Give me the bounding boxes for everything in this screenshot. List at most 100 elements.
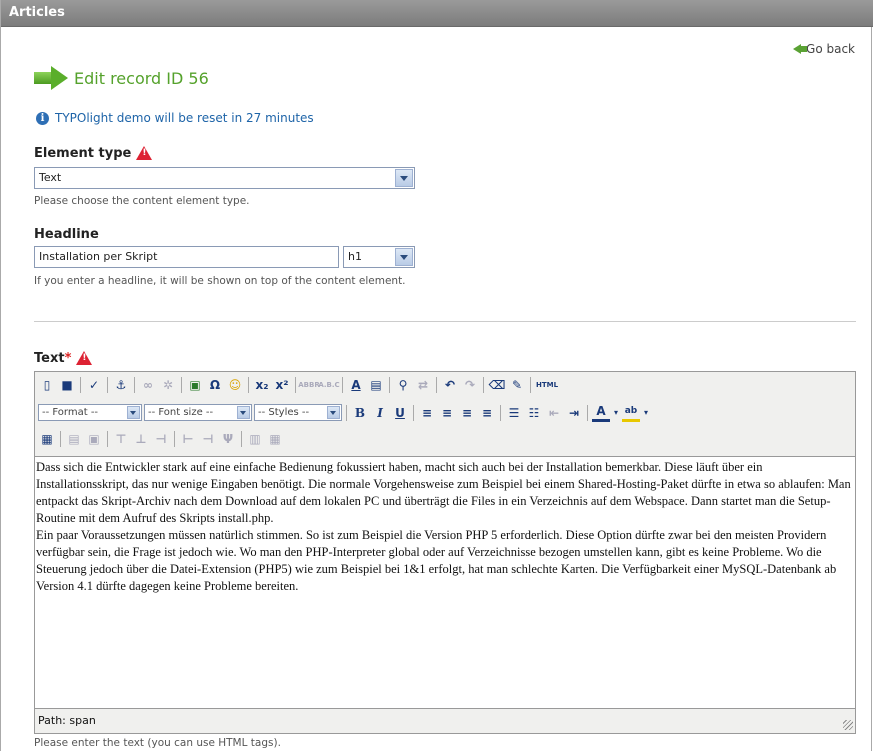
style-props-icon[interactable]: A (347, 376, 365, 394)
chevron-down-icon[interactable] (395, 169, 413, 187)
separator (346, 404, 347, 421)
info-text: TYPOlight demo will be reset in 27 minut… (55, 111, 314, 125)
chevron-down-icon[interactable]: ▾ (642, 404, 650, 422)
cleanup-icon[interactable]: ✎ (508, 376, 526, 394)
merge-cells-icon[interactable]: ▦ (266, 430, 284, 448)
toolbar-row-1: ▯ ■ ✓ ⚓ ∞ ✲ ▣ Ω ☺ x₂ x² ABBR A.B.C A ▤ ⚲… (35, 374, 855, 395)
toolbar-row-3: ▦ ▤ ▣ ⊤ ⊥ ⊣ ⊢ ⊣ Ψ ▥ ▦ (35, 428, 855, 449)
separator (500, 404, 501, 421)
eraser-icon[interactable]: ⌫ (488, 376, 506, 394)
format-select-value: -- Format -- (42, 407, 99, 418)
separator (174, 430, 175, 447)
text-label: Text * (34, 350, 93, 366)
font-size-select-value: -- Font size -- (148, 407, 214, 418)
separator (413, 404, 414, 421)
undo-icon[interactable]: ↶ (441, 376, 459, 394)
element-type-label-text: Element type (34, 146, 132, 161)
outdent-icon[interactable]: ⇤ (545, 404, 563, 422)
image-icon[interactable]: ▣ (186, 376, 204, 394)
new-document-icon[interactable]: ▯ (38, 376, 56, 394)
separator (107, 430, 108, 447)
separator (80, 376, 81, 393)
underline-button[interactable]: U (391, 404, 409, 422)
delete-row-icon[interactable]: ⊣ (152, 430, 170, 448)
delete-col-icon[interactable]: Ψ (219, 430, 237, 448)
headline-level-value: h1 (348, 250, 362, 263)
cell-props-icon[interactable]: ▣ (85, 430, 103, 448)
edit-arrow-icon (34, 66, 68, 90)
abbr-icon[interactable]: ABBR (298, 376, 319, 394)
insert-row-after-icon[interactable]: ⊥ (132, 430, 150, 448)
edit-table-icon[interactable]: ▦ (38, 430, 56, 448)
insert-row-before-icon[interactable]: ⊤ (112, 430, 130, 448)
anchor-icon[interactable]: ⚓ (112, 376, 130, 394)
editor-content[interactable]: Dass sich die Entwickler stark auf eine … (35, 456, 855, 709)
unlink-icon[interactable]: ✲ (159, 376, 177, 394)
font-size-select[interactable]: -- Font size -- (144, 404, 252, 421)
chevron-down-icon[interactable] (127, 406, 140, 419)
separator (342, 376, 343, 393)
headline-input[interactable]: Installation per Skript (34, 246, 339, 268)
split-cells-icon[interactable]: ▥ (246, 430, 264, 448)
emoticon-icon[interactable]: ☺ (226, 376, 244, 394)
redo-icon[interactable]: ↷ (461, 376, 479, 394)
link-icon[interactable]: ∞ (139, 376, 157, 394)
go-back-link[interactable]: Go back (793, 42, 855, 56)
subscript-icon[interactable]: x₂ (253, 376, 271, 394)
info-icon: i (36, 111, 49, 125)
warning-icon (136, 145, 153, 160)
styles-select[interactable]: -- Styles -- (254, 404, 342, 421)
separator (134, 376, 135, 393)
text-help: Please enter the text (you can use HTML … (34, 737, 281, 749)
special-char-icon[interactable]: Ω (206, 376, 224, 394)
align-justify-icon[interactable]: ≡ (478, 404, 496, 422)
italic-button[interactable]: I (371, 404, 389, 422)
headline-help: If you enter a headline, it will be show… (34, 275, 406, 287)
acronym-icon[interactable]: A.B.C (318, 376, 339, 394)
separator (389, 376, 390, 393)
highlight-color-icon[interactable]: ab (622, 404, 640, 422)
align-right-icon[interactable]: ≡ (458, 404, 476, 422)
main-panel: Articles Go back Edit record ID 56 i TYP… (0, 0, 873, 751)
spellcheck-icon[interactable]: ✓ (85, 376, 103, 394)
indent-icon[interactable]: ⇥ (565, 404, 583, 422)
align-left-icon[interactable]: ≡ (418, 404, 436, 422)
element-type-label: Element type (34, 145, 153, 161)
headline-label-text: Headline (34, 227, 99, 242)
chevron-down-icon[interactable] (237, 406, 250, 419)
attribs-icon[interactable]: ▤ (367, 376, 385, 394)
element-type-help: Please choose the content element type. (34, 195, 250, 207)
paragraph: Dass sich die Entwickler stark auf eine … (36, 460, 851, 525)
separator (587, 404, 588, 421)
format-select[interactable]: -- Format -- (38, 404, 142, 421)
replace-icon[interactable]: ⇄ (414, 376, 432, 394)
chevron-down-icon[interactable] (395, 248, 413, 266)
search-icon[interactable]: ⚲ (394, 376, 412, 394)
insert-col-after-icon[interactable]: ⊣ (199, 430, 217, 448)
headline-label: Headline (34, 227, 99, 242)
element-type-select[interactable]: Text (34, 167, 415, 189)
bold-button[interactable]: B (351, 404, 369, 422)
bullet-list-icon[interactable]: ☰ (505, 404, 523, 422)
resize-grip-icon[interactable] (843, 720, 853, 730)
separator (295, 376, 296, 393)
page-title: Edit record ID 56 (74, 68, 209, 88)
back-arrow-icon (793, 44, 808, 54)
insert-col-before-icon[interactable]: ⊢ (179, 430, 197, 448)
html-source-icon[interactable]: HTML (535, 376, 559, 394)
text-color-icon[interactable]: A (592, 404, 610, 422)
editor-status-bar: Path: span (35, 710, 855, 733)
headline-level-select[interactable]: h1 (343, 246, 415, 268)
element-path: Path: span (38, 714, 96, 727)
separator (181, 376, 182, 393)
separator (436, 376, 437, 393)
align-center-icon[interactable]: ≡ (438, 404, 456, 422)
paragraph: Ein paar Voraussetzungen müssen natürlic… (36, 528, 837, 593)
go-back-label: Go back (806, 42, 855, 56)
chevron-down-icon[interactable] (327, 406, 340, 419)
chevron-down-icon[interactable]: ▾ (612, 404, 620, 422)
numbered-list-icon[interactable]: ☷ (525, 404, 543, 422)
superscript-icon[interactable]: x² (273, 376, 291, 394)
row-props-icon[interactable]: ▤ (65, 430, 83, 448)
save-icon[interactable]: ■ (58, 376, 76, 394)
